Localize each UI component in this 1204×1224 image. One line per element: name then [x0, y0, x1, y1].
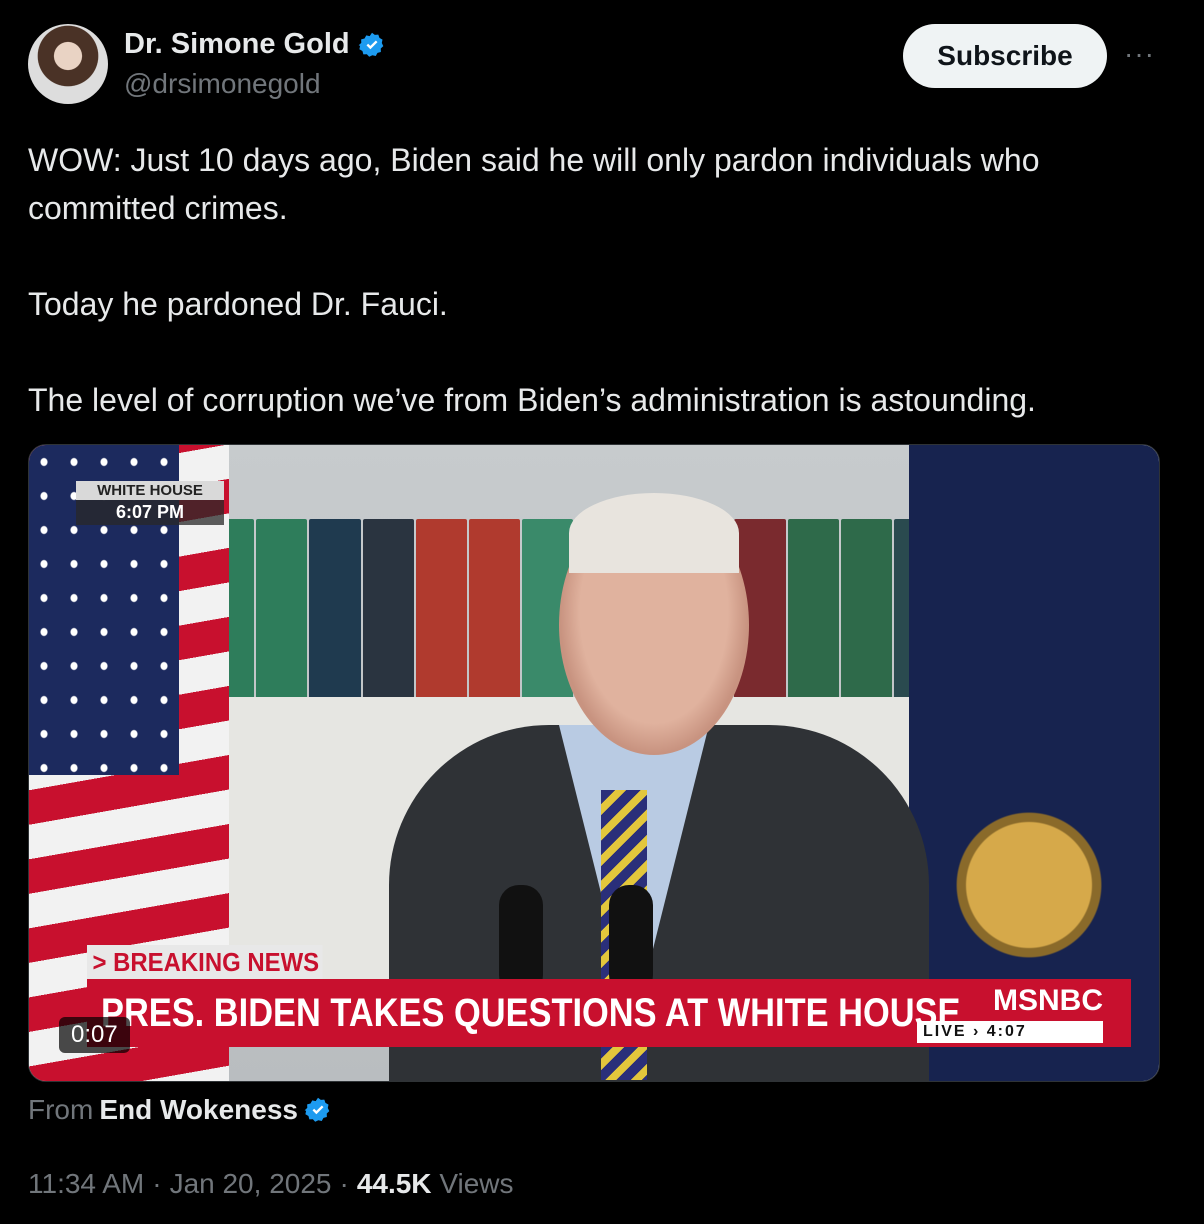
author-display-name[interactable]: Dr. Simone Gold [124, 28, 350, 61]
verified-badge-icon [358, 32, 383, 57]
news-headline-text: PRES. BIDEN TAKES QUESTIONS AT WHITE HOU… [101, 991, 961, 1035]
video-player[interactable]: WHITE HOUSE 6:07 PM > BREAKING NEWS PRES… [28, 444, 1160, 1082]
location-time: 6:07 PM [115, 502, 185, 522]
meta-separator: · [339, 1168, 349, 1199]
tweet-date[interactable]: Jan 20, 2025 [170, 1168, 332, 1200]
author-avatar[interactable] [28, 24, 108, 104]
location-name: WHITE HOUSE [76, 481, 224, 500]
views-label: Views [439, 1168, 514, 1199]
from-label: From [28, 1094, 94, 1125]
subscribe-button[interactable]: Subscribe [903, 24, 1107, 88]
author-name-row: Dr. Simone Gold [124, 28, 386, 61]
speaker-hair [569, 493, 739, 573]
live-indicator: LIVE › 4:07 [917, 1021, 1103, 1043]
network-name: MSNBC [993, 984, 1103, 1017]
tweet-paragraph: The level of corruption we’ve from Biden… [28, 382, 1036, 418]
meta-separator: · [152, 1168, 162, 1199]
views-count[interactable]: 44.5K [357, 1168, 432, 1199]
video-duration: 0:07 [59, 1017, 130, 1053]
verified-badge-icon [304, 1097, 330, 1122]
tweet-paragraph: Today he pardoned Dr. Fauci. [28, 286, 448, 322]
tweet-time[interactable]: 11:34 AM [28, 1168, 144, 1200]
tweet-meta: 11:34 AM · Jan 20, 2025 · 44.5K Views [28, 1168, 514, 1200]
breaking-news-label: > BREAKING NEWS [87, 945, 323, 979]
video-attribution: From End Wokeness [28, 1094, 332, 1126]
location-label: WHITE HOUSE 6:07 PM [76, 481, 224, 525]
tweet-text: WOW: Just 10 days ago, Biden said he wil… [28, 136, 1178, 424]
author-handle[interactable]: @drsimonegold [124, 68, 321, 100]
from-account-link[interactable]: End Wokeness [99, 1094, 298, 1126]
tweet-paragraph: WOW: Just 10 days ago, Biden said he wil… [28, 142, 1040, 226]
network-logo: MSNBC LIVE › 4:07 [917, 985, 1103, 1045]
more-options-icon[interactable]: ··· [1124, 38, 1155, 70]
